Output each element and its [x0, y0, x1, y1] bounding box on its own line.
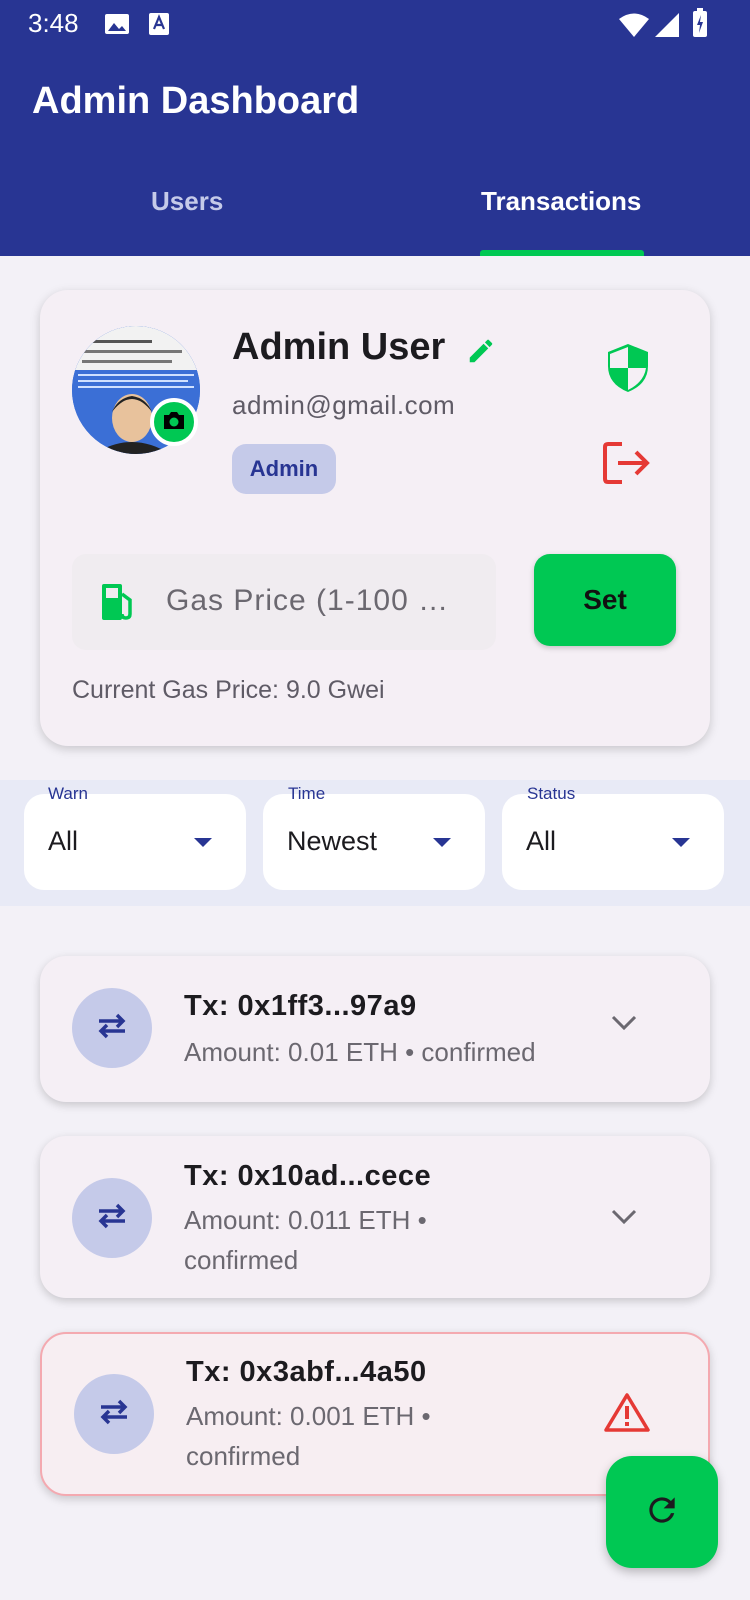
page-title: Admin Dashboard	[32, 80, 360, 122]
status-filter-value: All	[526, 826, 557, 856]
wifi-icon	[618, 12, 650, 43]
dropdown-arrow-icon	[194, 838, 212, 847]
gas-price-placeholder: Gas Price (1-100 …	[166, 584, 450, 617]
tab-indicator	[480, 250, 644, 256]
refresh-button[interactable]	[606, 1456, 718, 1568]
tab-transactions[interactable]: Transactions	[481, 186, 641, 217]
profile-name: Admin User	[232, 326, 446, 368]
warn-filter-dropdown[interactable]: All	[24, 794, 246, 890]
gas-price-input[interactable]: Gas Price (1-100 …	[72, 554, 496, 650]
warning-icon	[604, 1392, 650, 1437]
role-badge: Admin	[232, 444, 336, 494]
transaction-subtitle: Amount: 0.01 ETH • confirmed	[184, 1037, 536, 1067]
status-bar: 3:48	[0, 0, 750, 48]
status-time: 3:48	[28, 8, 79, 38]
change-photo-button[interactable]	[150, 398, 198, 446]
time-filter-dropdown[interactable]: Newest	[263, 794, 485, 890]
chevron-down-icon[interactable]	[610, 1014, 638, 1037]
refresh-icon	[643, 1491, 681, 1534]
status-filter-label: Status	[527, 784, 576, 803]
transaction-card[interactable]: Tx: 0x10ad...cece Amount: 0.011 ETH • co…	[40, 1136, 710, 1298]
time-filter-label: Time	[288, 784, 326, 803]
camera-icon	[162, 409, 186, 436]
shield-icon[interactable]	[606, 342, 650, 399]
transaction-card[interactable]: Tx: 0x1ff3...97a9 Amount: 0.01 ETH • con…	[40, 956, 710, 1102]
battery-icon	[692, 8, 708, 43]
edit-icon[interactable]	[466, 336, 496, 371]
warn-filter-value: All	[48, 826, 79, 856]
transaction-subtitle: Amount: 0.011 ETH • confirmed	[184, 1205, 427, 1275]
transaction-avatar	[74, 1374, 154, 1454]
swap-arrows-icon	[97, 1399, 131, 1430]
transaction-title: Tx: 0x10ad...cece	[184, 1160, 432, 1192]
transaction-avatar	[72, 988, 152, 1068]
status-filter-dropdown[interactable]: All	[502, 794, 724, 890]
warn-filter-label: Warn	[48, 784, 88, 803]
time-filter-value: Newest	[287, 826, 378, 856]
current-gas-price: Current Gas Price: 9.0 Gwei	[72, 676, 385, 704]
app-bar: 3:48 Admin Dashboard Users Transactions	[0, 0, 750, 256]
transaction-avatar	[72, 1178, 152, 1258]
signal-icon	[654, 12, 680, 43]
swap-arrows-icon	[95, 1013, 129, 1044]
text-notification-icon	[148, 12, 170, 41]
swap-arrows-icon	[95, 1203, 129, 1234]
profile-email: admin@gmail.com	[232, 390, 456, 420]
filter-bar: All Warn Newest Time All Status	[0, 780, 750, 906]
transaction-title: Tx: 0x1ff3...97a9	[184, 990, 417, 1022]
profile-card: Admin User admin@gmail.com Admin Gas Pri…	[40, 290, 710, 746]
gas-station-icon	[100, 582, 136, 627]
dropdown-arrow-icon	[433, 838, 451, 847]
set-gas-button[interactable]: Set	[534, 554, 676, 646]
tab-users[interactable]: Users	[151, 186, 223, 217]
transaction-title: Tx: 0x3abf...4a50	[186, 1356, 427, 1388]
dropdown-arrow-icon	[672, 838, 690, 847]
chevron-down-icon[interactable]	[610, 1208, 638, 1231]
image-notification-icon	[104, 12, 130, 41]
logout-icon[interactable]	[602, 440, 652, 491]
transaction-subtitle: Amount: 0.001 ETH • confirmed	[186, 1401, 431, 1471]
